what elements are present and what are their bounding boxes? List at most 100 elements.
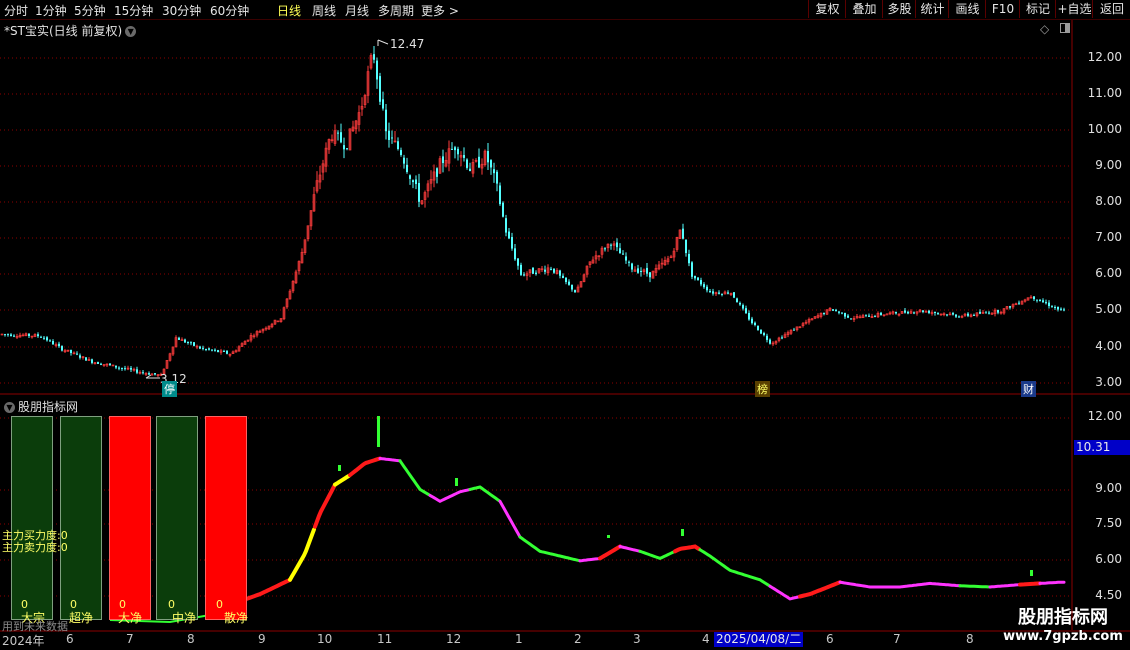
indicator-segment (673, 544, 701, 554)
candle-body (487, 151, 489, 163)
candle-body (757, 325, 759, 331)
indicator-bar-block (11, 416, 53, 620)
candle-body (211, 349, 213, 351)
candle-body (688, 253, 690, 264)
indicator-segment (518, 535, 582, 563)
high-price-label: 12.47 (390, 37, 425, 51)
indicator-spike (607, 535, 610, 538)
candle-body (619, 248, 621, 254)
financial-report-tag[interactable]: 财 (1021, 381, 1036, 397)
candle-body (559, 270, 561, 276)
candle-body (49, 340, 51, 342)
candle-body (130, 368, 132, 370)
candle-body (463, 155, 465, 158)
candle-body (706, 286, 708, 291)
candle-body (1051, 306, 1053, 308)
candle-body (109, 363, 111, 366)
candle-body (43, 337, 45, 339)
indicator-segment (838, 580, 962, 589)
candle-body (415, 179, 417, 185)
indicator-segment (378, 457, 402, 463)
indicator-tick: 9.00 (1095, 481, 1122, 495)
candle-body (709, 291, 711, 293)
candle-body (637, 268, 639, 273)
candle-body (79, 355, 81, 358)
candle-body (115, 365, 117, 368)
candle-body (385, 109, 387, 132)
candle-body (739, 302, 741, 305)
candle-body (403, 157, 405, 164)
ranking-tag[interactable]: 榜 (755, 381, 770, 397)
candle-body (58, 343, 60, 347)
candle-body (703, 284, 705, 288)
candle-body (379, 76, 381, 102)
candle-body (751, 318, 753, 324)
time-label: 9 (258, 632, 266, 646)
candle-body (1036, 299, 1038, 301)
candle-body (742, 305, 744, 309)
crosshair-date-label: 2025/04/08/二 (714, 632, 804, 647)
candle-body (70, 349, 72, 354)
time-label: 3 (633, 632, 641, 646)
candle-body (904, 310, 906, 313)
indicator-current-value: 10.31 (1074, 440, 1130, 455)
candle-body (391, 137, 393, 139)
candle-body (466, 159, 468, 168)
candle-body (1048, 302, 1050, 307)
time-label: 1 (515, 632, 523, 646)
candle-body (760, 329, 762, 334)
indicator-segment (988, 583, 1022, 589)
candle-body (913, 312, 915, 314)
bar-label: 散净 (224, 611, 249, 625)
candle-body (763, 333, 765, 336)
main-sell-strength-label: 主力卖力度:0 (2, 541, 68, 554)
candle-body (10, 334, 12, 336)
indicator-spike (681, 529, 684, 536)
price-tick: 5.00 (1095, 302, 1122, 316)
candle-body (844, 312, 846, 317)
price-tick: 7.00 (1095, 230, 1122, 244)
candle-body (226, 350, 228, 354)
candle-body (985, 312, 987, 314)
candle-body (217, 350, 219, 353)
candle-body (847, 315, 849, 318)
candle-body (121, 367, 123, 369)
indicator-segment (498, 499, 522, 539)
candle-body (499, 185, 501, 205)
candle-body (574, 290, 576, 293)
indicator-segment (348, 456, 382, 478)
candle-body (1060, 308, 1062, 310)
indicator-bar-super (60, 416, 102, 620)
candle-body (1018, 302, 1020, 304)
chevron-down-icon[interactable]: ▼ (4, 402, 15, 413)
price-tick: 4.00 (1095, 339, 1122, 353)
price-tick: 3.00 (1095, 375, 1122, 389)
candle-body (727, 292, 729, 294)
indicator-segment (768, 584, 802, 601)
candle-body (997, 310, 999, 313)
candle-body (922, 310, 924, 312)
time-label: 4 (702, 632, 710, 646)
candle-body (502, 202, 504, 217)
candle-body (562, 275, 564, 278)
candle-body (736, 298, 738, 303)
candle-body (697, 277, 699, 281)
candle-body (766, 335, 768, 340)
candle-body (646, 267, 648, 274)
candle-body (376, 60, 378, 80)
candle-body (628, 261, 630, 263)
candle-body (148, 373, 150, 375)
candle-body (520, 264, 522, 275)
suspension-tag[interactable]: 停 (162, 381, 177, 397)
candle-body (700, 280, 702, 285)
candle-body (223, 350, 225, 352)
indicator-spike (338, 465, 341, 471)
bar-value: 0 (216, 598, 223, 611)
candle-body (76, 353, 78, 355)
indicator-tick: 12.00 (1087, 409, 1122, 423)
indicator-spike (377, 416, 380, 447)
candle-body (187, 341, 189, 343)
candle-body (205, 349, 207, 351)
candle-body (40, 336, 42, 338)
candle-body (400, 150, 402, 156)
